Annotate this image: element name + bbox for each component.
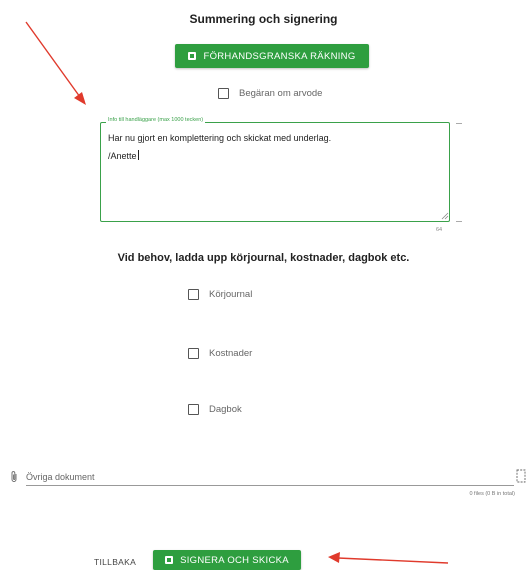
sign-and-send-button[interactable]: SIGNERA OCH SKICKA: [153, 550, 301, 570]
file-browse-icon[interactable]: [516, 469, 526, 483]
kostnader-label: Kostnader: [209, 348, 253, 359]
other-documents-input[interactable]: Övriga dokument: [26, 472, 95, 482]
upload-heading: Vid behov, ladda upp körjournal, kostnad…: [117, 252, 410, 264]
document-icon: [188, 52, 197, 60]
textarea-side-mark-top: [456, 123, 462, 124]
paperclip-icon[interactable]: [10, 470, 18, 483]
preview-invoice-label: FÖRHANDSGRANSKA RÄKNING: [203, 50, 356, 62]
upload-item-korjournal[interactable]: Körjournal: [188, 289, 252, 300]
files-summary: 0 files (0 B in total): [469, 491, 515, 497]
resize-handle-icon[interactable]: [441, 212, 449, 220]
info-textarea-line1: Har nu gjort en komplettering och skicka…: [108, 133, 332, 143]
annotation-arrow: [25, 21, 86, 105]
korjournal-label: Körjournal: [209, 289, 253, 300]
fee-request-checkbox[interactable]: Begäran om arvode: [218, 88, 322, 99]
annotation-arrow: [328, 552, 449, 564]
dagbok-checkbox[interactable]: [188, 404, 199, 415]
fee-request-checkbox-box[interactable]: [218, 88, 229, 99]
preview-invoice-button[interactable]: FÖRHANDSGRANSKA RÄKNING: [175, 44, 369, 68]
kostnader-checkbox[interactable]: [188, 348, 199, 359]
info-textarea-line2: /Anette: [108, 150, 139, 161]
dagbok-label: Dagbok: [209, 404, 242, 415]
info-textarea-legend: Info till handläggare (max 1000 tecken): [106, 117, 206, 123]
sign-and-send-label: SIGNERA OCH SKICKA: [180, 554, 289, 566]
korjournal-checkbox[interactable]: [188, 289, 199, 300]
upload-item-kostnader[interactable]: Kostnader: [188, 348, 252, 359]
page-title: Summering och signering: [189, 12, 338, 26]
char-counter: 64: [436, 227, 443, 233]
textarea-side-mark-bottom: [456, 221, 462, 222]
document-icon: [165, 556, 174, 564]
fee-request-label: Begäran om arvode: [239, 88, 323, 99]
upload-item-dagbok[interactable]: Dagbok: [188, 404, 242, 415]
other-documents-underline: [26, 485, 514, 486]
